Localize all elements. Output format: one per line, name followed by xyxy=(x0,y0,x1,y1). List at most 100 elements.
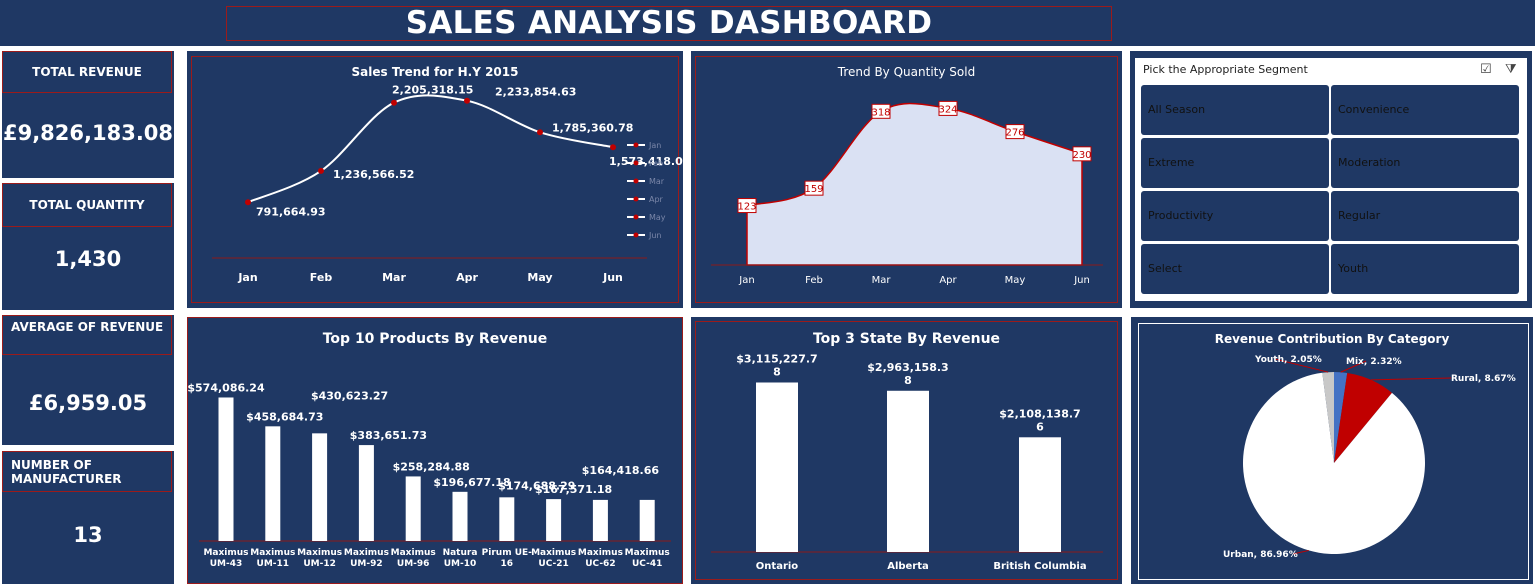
data-point xyxy=(318,167,324,174)
x-tick-label: UM-11 xyxy=(257,559,290,569)
data-label: 1,236,566.52 xyxy=(333,168,414,181)
data-point xyxy=(537,129,543,136)
slice-label: Rural, 8.67% xyxy=(1451,374,1516,384)
slicer-item-productivity[interactable]: Productivity xyxy=(1141,191,1329,241)
x-tick-label: Ontario xyxy=(756,561,799,572)
x-tick-label: Maximus xyxy=(203,548,248,558)
slicer-item-all-season[interactable]: All Season xyxy=(1141,85,1329,135)
data-label: 1,785,360.78 xyxy=(552,121,633,134)
bar xyxy=(312,433,328,541)
category-pie-chart: Mix, 2.32% Rural, 8.67% Urban, 86.96% Youth… xyxy=(1223,355,1516,560)
data-point xyxy=(464,97,470,104)
slicer-item-moderation[interactable]: Moderation xyxy=(1331,138,1519,188)
legend-marker xyxy=(633,160,639,166)
slice-label: Youth, 2.05% xyxy=(1254,355,1322,365)
x-tick-label: UM-92 xyxy=(350,559,383,569)
top-states-panel: Top 3 State By Revenue $3,115,227.7 8 Onta… xyxy=(691,317,1122,584)
multi-select-icon[interactable]: ☑ xyxy=(1480,62,1492,77)
slicer-item-convenience[interactable]: Convenience xyxy=(1331,85,1519,135)
slicer-item-label: Youth xyxy=(1338,262,1369,275)
data-label: 324 xyxy=(938,104,957,115)
slicer-item-label: Regular xyxy=(1338,209,1381,222)
kpi-label-frame: AVERAGE OF REVENUE xyxy=(2,315,172,355)
data-label: 230 xyxy=(1072,150,1091,161)
kpi-value: £6,959.05 xyxy=(28,391,148,415)
leader-line xyxy=(1370,377,1452,381)
x-tick-label: Alberta xyxy=(887,561,929,572)
slicer-item-label: Moderation xyxy=(1338,156,1401,169)
data-label: 2,205,318.15 xyxy=(392,84,473,97)
x-tick-label: Jun xyxy=(1073,275,1090,286)
x-tick-label: British Columbia xyxy=(993,561,1086,572)
slicer-item-youth[interactable]: Youth xyxy=(1331,244,1519,294)
x-tick-label: Maximus xyxy=(250,548,295,558)
legend-label: Feb xyxy=(649,159,663,168)
sales-trend-panel: Sales Trend for H.Y 2015 791,664.93 Jan 1,… xyxy=(187,51,690,308)
segment-slicer-panel: Pick the Appropriate Segment ☑ ⧩ All Sea… xyxy=(1130,51,1532,308)
x-tick-label: Maximus xyxy=(297,548,342,558)
bar xyxy=(358,445,374,541)
legend-marker xyxy=(633,178,639,184)
data-label: $430,623.27 xyxy=(311,389,388,402)
x-tick-label: UC-41 xyxy=(632,559,662,569)
data-label: 8 xyxy=(773,365,781,378)
data-label: $2,963,158.3 xyxy=(867,361,948,374)
x-tick-label: Natura xyxy=(443,548,478,558)
x-tick-label: UM-43 xyxy=(210,559,243,569)
bar xyxy=(405,476,421,541)
data-label: $458,684.73 xyxy=(246,410,323,423)
segment-slicer: Pick the Appropriate Segment ☑ ⧩ All Sea… xyxy=(1135,58,1527,301)
kpi-label: TOTAL REVENUE xyxy=(32,65,142,79)
slicer-item-label: Select xyxy=(1148,262,1182,275)
clear-filter-icon[interactable]: ⧩ xyxy=(1505,62,1517,77)
top-products-chart: $574,086.24MaximusUM-43$458,684.73Maximu… xyxy=(187,381,671,569)
data-label: $2,108,138.7 xyxy=(999,407,1080,420)
data-label: 123 xyxy=(737,202,756,213)
x-tick-label: May xyxy=(1005,275,1026,286)
quantity-trend-chart: 123 Jan 159 Feb 318 Mar 324 Apr 276 May 230 Jun xyxy=(711,100,1103,286)
x-tick-label: UM-12 xyxy=(303,559,336,569)
data-label: $574,086.24 xyxy=(187,381,265,394)
kpi-value: 1,430 xyxy=(54,247,122,271)
slicer-header: Pick the Appropriate Segment xyxy=(1143,63,1308,76)
x-tick-label: Jun xyxy=(602,271,623,284)
data-label: 276 xyxy=(1005,128,1024,139)
data-label: $164,418.66 xyxy=(582,464,660,477)
data-label: $258,284.88 xyxy=(393,460,470,473)
slicer-item-regular[interactable]: Regular xyxy=(1331,191,1519,241)
top-products-panel: Top 10 Products By Revenue $574,086.24 Ma… xyxy=(187,317,683,584)
x-tick-label: 16 xyxy=(501,559,514,569)
x-tick-label: Jan xyxy=(738,275,754,286)
x-tick-label: UM-96 xyxy=(397,559,430,569)
x-tick-label: Mar xyxy=(872,275,892,286)
x-tick-label: Maximus xyxy=(578,548,623,558)
legend-marker xyxy=(633,232,639,238)
kpi-label-frame: TOTAL QUANTITY xyxy=(2,183,172,227)
slice-label: Mix, 2.32% xyxy=(1346,357,1402,367)
kpi-label-line1: NUMBER OF xyxy=(11,457,92,472)
slicer-item-extreme[interactable]: Extreme xyxy=(1141,138,1329,188)
x-tick-label: Feb xyxy=(805,275,823,286)
x-tick-label: Maximus xyxy=(344,548,389,558)
x-tick-label: Maximus xyxy=(625,548,670,558)
x-tick-label: UM-10 xyxy=(444,559,477,569)
kpi-total-revenue: TOTAL REVENUE £9,826,183.08 xyxy=(2,51,174,178)
x-tick-label: Feb xyxy=(310,271,333,284)
legend-label: May xyxy=(649,213,666,222)
slicer-item-label: Convenience xyxy=(1338,103,1410,116)
legend-label: Mar xyxy=(649,177,665,186)
kpi-total-quantity: TOTAL QUANTITY 1,430 xyxy=(2,183,174,310)
legend-label: Jan xyxy=(648,141,661,150)
legend-marker xyxy=(633,196,639,202)
data-point xyxy=(610,144,616,151)
kpi-label-frame: TOTAL REVENUE xyxy=(2,51,172,93)
data-label: 2,233,854.63 xyxy=(495,86,576,99)
quantity-trend-panel: Trend By Quantity Sold 123 Jan 159 Feb 318 Ma… xyxy=(691,51,1122,308)
bar xyxy=(265,426,281,541)
x-tick-label: Maximus xyxy=(531,548,576,558)
x-tick-label: UC-62 xyxy=(585,559,615,569)
kpi-label-frame: NUMBER OF MANUFACTURER xyxy=(2,451,172,492)
data-label: 8 xyxy=(904,374,912,387)
kpi-average-revenue: AVERAGE OF REVENUE £6,959.05 xyxy=(2,315,174,445)
slicer-item-select[interactable]: Select xyxy=(1141,244,1329,294)
